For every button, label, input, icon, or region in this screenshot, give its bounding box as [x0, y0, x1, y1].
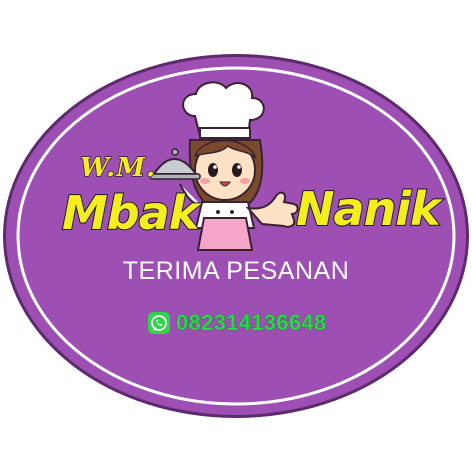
tagline: TERIMA PESANAN	[122, 257, 350, 285]
sticker-label: W.M. Mbak Nanik TERIMA PESANAN 082314136…	[0, 0, 472, 472]
phone-number: 082314136648	[176, 310, 327, 336]
contact-row: 082314136648	[148, 310, 326, 336]
brand-name-right: Nanik	[295, 182, 442, 236]
whatsapp-icon	[148, 312, 170, 334]
brand-name-left: Mbak	[61, 186, 200, 240]
brand-prefix: W.M.	[79, 152, 157, 183]
